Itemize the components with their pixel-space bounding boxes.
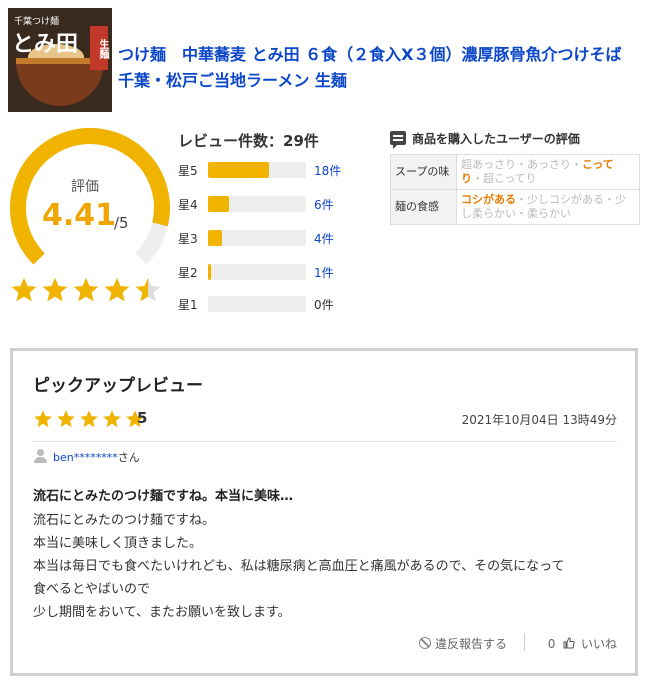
review-body: 流石にとみたのつけ麺ですね。 本当に美味しく頂きました。本当は毎日でも食べたいけれ…: [33, 509, 623, 624]
review-body-line: 食べるとやばいので: [33, 582, 151, 597]
distribution-count[interactable]: 1件: [314, 264, 334, 281]
buyer-eval-table: スープの味 超あっさり・あっさり・こってり・超こってり 麺の食感 コシがある・少しコシ…: [390, 154, 640, 225]
eval-option: コシがある: [461, 193, 516, 206]
thumbnail-badge: 生麺: [90, 26, 108, 70]
review-body-line: 本当に美味しく頂きました。: [33, 536, 203, 551]
pickup-stars: [33, 409, 148, 431]
distribution-fill: [208, 162, 269, 178]
buyer-eval-row: スープの味 超あっさり・あっさり・こってり・超こってり: [390, 154, 640, 190]
buyer-eval-title: 商品を購入したユーザーの評価: [390, 130, 640, 150]
report-label: 違反報告する: [434, 637, 507, 651]
thumbnail-brand-big: とみ田: [12, 31, 79, 57]
reviewer-name-link[interactable]: ben********: [53, 451, 118, 464]
star-icon: [135, 277, 161, 302]
eval-row-options: コシがある・少しコシがある・少し柔らかい・柔らかい: [456, 189, 640, 225]
like-button[interactable]: 0 いいね: [548, 635, 617, 652]
product-title-link[interactable]: つけ麺 中華蕎麦 とみ田 ６食（２食入X３個）濃厚豚骨魚介つけそば 千葉・松戸ご…: [118, 42, 638, 94]
review-body-line: 少し期間をおいて、またお願いを致します。: [33, 605, 291, 620]
user-icon: [33, 449, 47, 463]
review-title: 流石にとみたのつけ麺ですね。本当に美味…: [33, 489, 294, 504]
distribution-row: 星4 6件: [178, 194, 368, 214]
chat-icon: [390, 131, 406, 149]
star-icon: [104, 277, 130, 302]
rating-value: 4.41: [42, 198, 117, 233]
star-icon: [80, 410, 98, 428]
footer-separator: [524, 633, 525, 651]
reviewer-name-wrap: ben********さん: [53, 449, 140, 465]
distribution-label: 星1: [178, 298, 198, 312]
distribution-track: [208, 264, 306, 280]
star-icon: [34, 410, 52, 428]
distribution-label: 星4: [178, 198, 198, 212]
pickup-review: ピックアップレビュー 5 2021年10月04日 13時49分 ben*****…: [10, 348, 638, 676]
eval-row-options: 超あっさり・あっさり・こってり・超こってり: [456, 154, 640, 190]
pickup-heading: ピックアップレビュー: [33, 376, 203, 396]
eval-option: 少しコシがある: [527, 193, 604, 206]
distribution-count[interactable]: 6件: [314, 196, 334, 213]
buyer-eval-title-text: 商品を購入したユーザーの評価: [412, 132, 580, 146]
rating-stars: [10, 276, 166, 306]
report-link[interactable]: 違反報告する: [418, 635, 507, 652]
like-count: 0: [547, 637, 556, 651]
rating-gauge: 評価 4.41 /5: [10, 128, 170, 288]
distribution-row: 星2 1件: [178, 262, 368, 282]
star-icon: [103, 410, 121, 428]
eval-option: 柔らかい: [527, 207, 571, 220]
review-body-line: 本当は毎日でも食べたいけれども、私は糖尿病と高血圧と痛風があるので、その気になっ…: [33, 559, 565, 574]
distribution-label: 星3: [178, 232, 198, 246]
ban-icon: [418, 637, 431, 649]
distribution-count: 0件: [314, 298, 334, 312]
star-icon: [11, 277, 37, 302]
eval-option: あっさり: [527, 158, 571, 171]
distribution-label: 星2: [178, 266, 198, 280]
pickup-date: 2021年10月04日 13時49分: [461, 413, 617, 427]
distribution-count[interactable]: 18件: [314, 162, 341, 179]
divider: [33, 441, 617, 442]
distribution-track: [208, 230, 306, 246]
distribution-row: 星3 4件: [178, 228, 368, 248]
distribution-fill: [208, 196, 229, 212]
star-icon: [57, 410, 75, 428]
distribution-track: [208, 162, 306, 178]
distribution-track: [208, 196, 306, 212]
distribution-row: 星1 0件: [178, 294, 368, 314]
like-label: いいね: [580, 637, 617, 651]
review-body-line: 流石にとみたのつけ麺ですね。: [33, 513, 216, 528]
star-icon: [42, 277, 68, 302]
product-header: 千葉つけ麺 とみ田 生麺 つけ麺 中華蕎麦 とみ田 ６食（２食入X３個）濃厚豚骨…: [8, 8, 640, 112]
review-count-title: レビュー件数：29件: [178, 132, 319, 150]
thumbs-up-icon: [563, 637, 575, 649]
pickup-score: 5: [137, 409, 148, 427]
rating-max: /5: [114, 214, 129, 232]
distribution-count[interactable]: 4件: [314, 230, 334, 247]
eval-option: 超あっさり: [461, 158, 516, 171]
distribution-fill: [208, 230, 222, 246]
eval-row-head: 麺の食感: [390, 189, 457, 225]
reviewer-suffix: さん: [117, 451, 140, 464]
distribution-track: [208, 296, 306, 312]
product-thumbnail[interactable]: 千葉つけ麺 とみ田 生麺: [8, 8, 112, 112]
eval-option: 超こってり: [483, 172, 537, 185]
rating-label: 評価: [71, 179, 99, 195]
distribution-row: 星5 18件: [178, 160, 368, 180]
buyer-eval-row: 麺の食感 コシがある・少しコシがある・少し柔らかい・柔らかい: [390, 189, 640, 225]
eval-row-head: スープの味: [390, 154, 457, 190]
star-icon: [73, 277, 99, 302]
distribution-fill: [208, 264, 211, 280]
buyer-evaluation: 商品を購入したユーザーの評価 スープの味 超あっさり・あっさり・こってり・超こって…: [390, 130, 640, 225]
distribution-label: 星5: [178, 164, 198, 178]
